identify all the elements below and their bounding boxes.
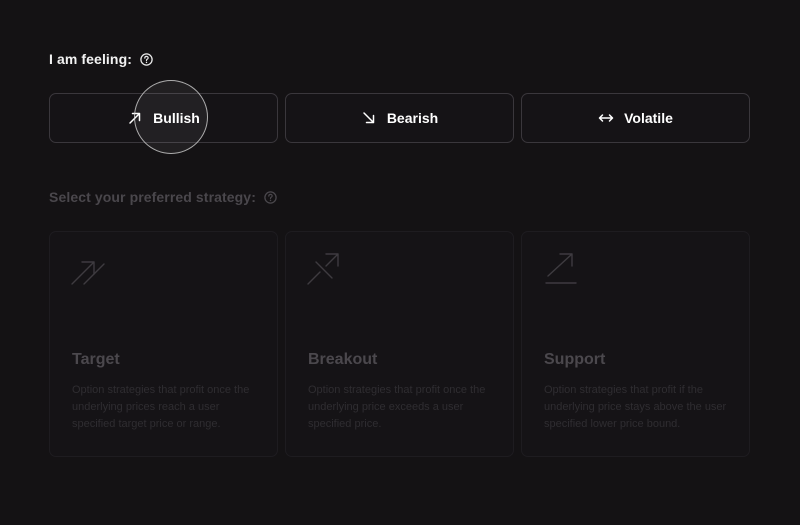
bearish-button[interactable]: Bearish — [285, 93, 514, 143]
feeling-label: I am feeling: — [49, 51, 132, 67]
bearish-label: Bearish — [386, 110, 439, 126]
arrow-left-right-icon — [598, 110, 614, 126]
sentiment-options: Bullish Bearish Volatile — [49, 93, 750, 143]
breakout-description: Option strategies that profit once the u… — [308, 384, 486, 430]
strategy-label: Select your preferred strategy: — [49, 189, 256, 205]
breakout-card[interactable]: Breakout Option strategies that profit o… — [285, 231, 514, 457]
arrow-down-right-icon — [361, 110, 377, 126]
question-circle-icon[interactable] — [264, 190, 277, 204]
target-card[interactable]: Target Option strategies that profit onc… — [49, 231, 278, 457]
bullish-button[interactable]: Bullish — [49, 93, 278, 143]
target-arrow-icon — [70, 252, 106, 288]
support-description: Option strategies that profit if the und… — [544, 384, 727, 430]
breakout-arrow-icon — [306, 252, 342, 288]
support-card[interactable]: Support Option strategies that profit if… — [521, 231, 750, 457]
bullish-label: Bullish — [153, 110, 200, 126]
volatile-button[interactable]: Volatile — [521, 93, 750, 143]
support-arrow-icon — [542, 252, 578, 288]
strategy-label-row: Select your preferred strategy: — [49, 189, 277, 205]
target-title: Target — [72, 351, 120, 368]
question-circle-icon[interactable] — [140, 52, 153, 66]
breakout-title: Breakout — [308, 351, 378, 368]
arrow-up-right-icon — [127, 110, 143, 126]
support-title: Support — [544, 351, 606, 368]
volatile-label: Volatile — [624, 110, 673, 126]
strategy-selector-page: I am feeling: Bullish Bearish Volatile S… — [0, 0, 800, 525]
feeling-label-row: I am feeling: — [49, 51, 153, 67]
strategy-cards: Target Option strategies that profit onc… — [49, 231, 750, 457]
target-description: Option strategies that profit once the u… — [72, 384, 250, 430]
